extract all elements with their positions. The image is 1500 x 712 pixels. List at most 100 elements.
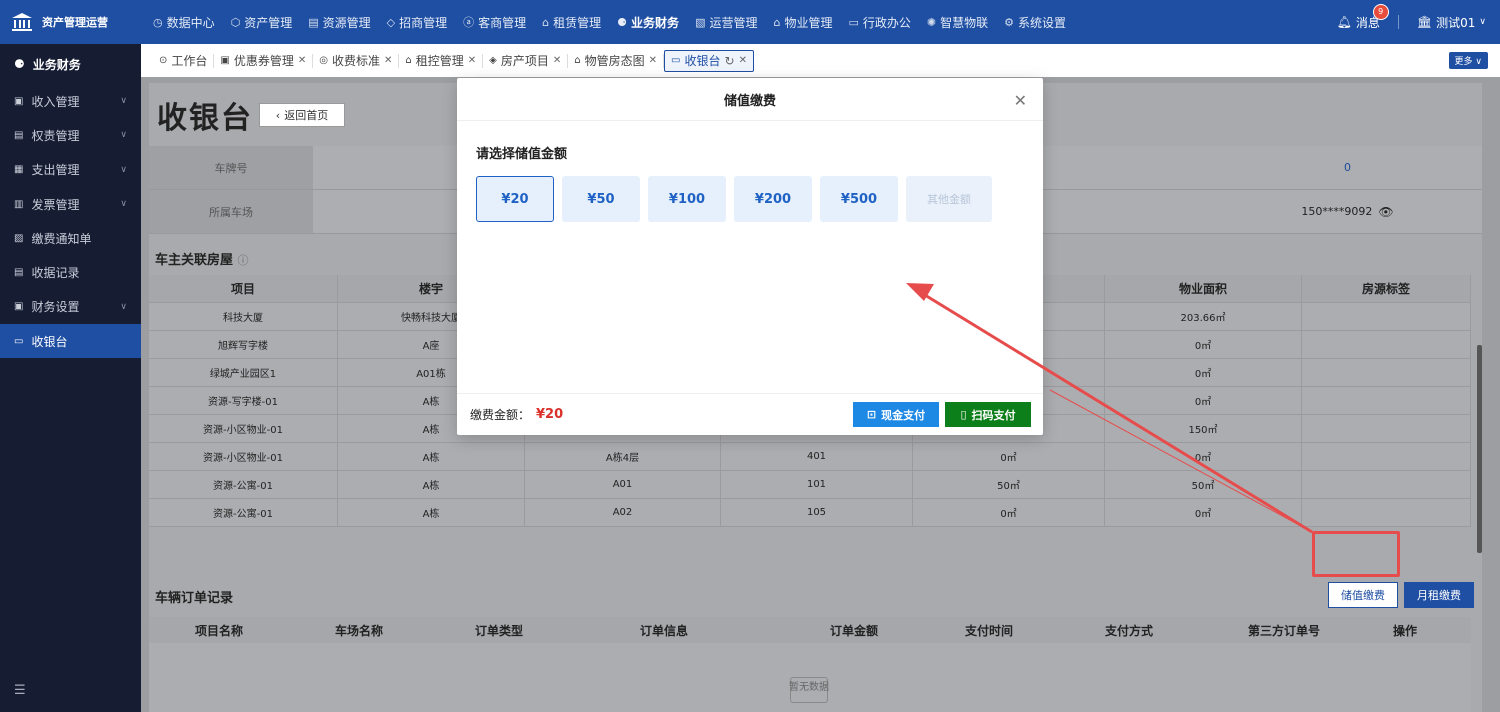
- building-icon: ▤: [308, 15, 319, 29]
- collapse-menu-icon[interactable]: ☰: [14, 683, 26, 698]
- refresh-icon[interactable]: ↻: [725, 54, 735, 68]
- sidebar-item-7[interactable]: ▭ 收银台: [0, 324, 141, 359]
- cash-pay-label: 现金支付: [881, 408, 926, 422]
- tab-label: 房产项目: [500, 54, 549, 68]
- eye-icon[interactable]: 👁︎: [1378, 205, 1393, 219]
- chevron-down-icon: ∨: [120, 164, 127, 175]
- table-cell: [1302, 499, 1471, 526]
- tab-2[interactable]: ◎ 收费标准 ✕: [313, 53, 400, 68]
- topnav-item-4[interactable]: ⓐ 客商管理: [455, 0, 534, 44]
- amount-option-4[interactable]: ¥500: [820, 176, 898, 222]
- topnav-label: 租赁管理: [553, 15, 602, 30]
- tab-0[interactable]: ⊙ 工作台: [153, 53, 215, 68]
- topnav-item-8[interactable]: ⌂ 物业管理: [765, 0, 840, 44]
- tab-label: 租控管理: [415, 54, 464, 68]
- close-icon[interactable]: ✕: [1014, 91, 1027, 110]
- sidebar-item-label: 权责管理: [31, 128, 80, 143]
- close-tab-icon[interactable]: ✕: [298, 55, 306, 66]
- org-icon: 🏛︎: [1416, 15, 1433, 29]
- topnav-item-7[interactable]: ▧ 运营管理: [687, 0, 765, 44]
- topnav-item-5[interactable]: ⌂ 租赁管理: [534, 0, 609, 44]
- user-name: 测试01: [1436, 15, 1476, 30]
- topnav-item-2[interactable]: ▤ 资源管理: [300, 0, 378, 44]
- table-cell: [1302, 303, 1471, 330]
- phone-icon: ▯: [960, 408, 967, 421]
- monthly-payment-button[interactable]: 月租缴费: [1404, 582, 1474, 608]
- tab-5[interactable]: ⌂ 物管房态图 ✕: [568, 53, 665, 68]
- user-menu[interactable]: 🏛︎ 测试01 ∨: [1417, 14, 1486, 31]
- app-title: 资产管理运营: [42, 16, 108, 29]
- back-home-label: 返回首页: [284, 109, 329, 122]
- table-cell: A栋: [338, 471, 525, 498]
- close-tab-icon[interactable]: ✕: [384, 55, 392, 66]
- help-icon[interactable]: ⓘ: [238, 254, 249, 267]
- sidebar-item-2[interactable]: ▦ 支出管理 ∨: [0, 153, 141, 187]
- modal-subtitle: 请选择储值金额: [476, 147, 568, 162]
- table-cell: 50㎡: [913, 471, 1105, 498]
- close-tab-icon[interactable]: ✕: [649, 55, 657, 66]
- sidebar-item-5[interactable]: ▤ 收据记录: [0, 255, 141, 289]
- stored-value-payment-button[interactable]: 储值缴费: [1328, 582, 1398, 608]
- house-icon: ⌂: [542, 15, 550, 29]
- messages-button[interactable]: 🔔︎ 消息 9: [1337, 3, 1389, 31]
- topnav-label: 资产管理: [244, 15, 293, 30]
- sidebar-item-6[interactable]: ▣ 财务设置 ∨: [0, 290, 141, 324]
- sidebar-item-4[interactable]: ▨ 缴费通知单: [0, 221, 141, 255]
- tab-6[interactable]: ▭ 收银台 ↻ ✕: [664, 49, 754, 72]
- close-tab-icon[interactable]: ✕: [553, 55, 561, 66]
- sidebar-item-1[interactable]: ▤ 权责管理 ∨: [0, 118, 141, 152]
- modal-title: 储值缴费: [723, 93, 776, 109]
- house-section-title-text: 车主关联房屋: [155, 253, 234, 268]
- topnav-item-0[interactable]: ◷ 数据中心: [145, 0, 223, 44]
- scan-pay-button[interactable]: ▯ 扫码支付: [945, 402, 1031, 427]
- tab-icon: ▭: [671, 55, 681, 66]
- order-col-header: 支付方式: [1104, 623, 1153, 638]
- table-scrollbar[interactable]: [1477, 345, 1482, 553]
- table-cell: 科技大厦: [149, 303, 338, 330]
- table-cell: 203.66㎡: [1105, 303, 1302, 330]
- amount-option-2[interactable]: ¥100: [648, 176, 726, 222]
- tag-icon: ◇: [386, 15, 396, 29]
- sidebar: ⚈ 业务财务 ▣ 收入管理 ∨ ▤ 权责管理 ∨ ▦ 支出管理 ∨ ▥ 发票管理 ∨ ▨ 缴费通知单 ▤ 收据…: [0, 44, 141, 712]
- sidebar-item-0[interactable]: ▣ 收入管理 ∨: [0, 84, 141, 118]
- tab-icon: ◈: [489, 55, 497, 66]
- house-col-header: 项目: [149, 275, 338, 302]
- menu-item-icon: ▤: [14, 129, 24, 141]
- tab-icon: ⊙: [159, 55, 168, 66]
- topnav-item-9[interactable]: ▭ 行政办公: [840, 0, 918, 44]
- close-tab-icon[interactable]: ✕: [739, 55, 747, 66]
- table-row[interactable]: 资源-公寓-01 A栋 A01 101 50㎡ 50㎡: [149, 471, 1471, 499]
- table-row[interactable]: 资源-公寓-01 A栋 A02 105 0㎡ 0㎡: [149, 499, 1471, 527]
- topnav-item-1[interactable]: ⬡ 资产管理: [223, 0, 301, 44]
- home-icon: ⌂: [773, 15, 781, 29]
- topnav-item-6[interactable]: ⚈ 业务财务: [609, 0, 687, 44]
- order-col-header: 项目名称: [194, 623, 243, 638]
- amount-options: ¥20 ¥50 ¥100 ¥200 ¥500 其他金额: [476, 176, 992, 222]
- tab-4[interactable]: ◈ 房产项目 ✕: [483, 53, 569, 68]
- other-amount-option[interactable]: 其他金额: [906, 176, 992, 222]
- annotation-highlight-box: [1312, 531, 1400, 577]
- menu-item-icon: ▣: [14, 95, 24, 107]
- topnav-item-10[interactable]: ✺ 智慧物联: [919, 0, 996, 44]
- order-col-header: 操作: [1392, 623, 1417, 638]
- menu-item-icon: ▣: [14, 301, 24, 313]
- back-home-button[interactable]: ‹ 返回首页: [259, 103, 345, 127]
- chevron-down-icon: ∨: [120, 199, 127, 210]
- table-row[interactable]: 资源-小区物业-01 A栋 A栋4层 401 0㎡ 0㎡: [149, 443, 1471, 471]
- close-tab-icon[interactable]: ✕: [468, 55, 476, 66]
- tab-1[interactable]: ▣ 优惠券管理 ✕: [214, 53, 314, 68]
- cash-pay-button[interactable]: ⊡ 现金支付: [853, 402, 939, 427]
- table-cell: 50㎡: [1105, 471, 1302, 498]
- app-logo[interactable]: 资产管理运营: [0, 0, 141, 44]
- amount-option-3[interactable]: ¥200: [734, 176, 812, 222]
- topnav-item-3[interactable]: ◇ 招商管理: [379, 0, 455, 44]
- tab-icon: ◎: [319, 55, 328, 66]
- menu-item-icon: ▭: [14, 335, 24, 347]
- table-cell: 旭辉写字楼: [149, 331, 338, 358]
- tab-3[interactable]: ⌂ 租控管理 ✕: [399, 53, 484, 68]
- sidebar-item-3[interactable]: ▥ 发票管理 ∨: [0, 187, 141, 221]
- more-tabs-button[interactable]: 更多 ∨: [1448, 52, 1488, 69]
- amount-option-0[interactable]: ¥20: [476, 176, 554, 222]
- topnav-item-11[interactable]: ⚙ 系统设置: [996, 0, 1074, 44]
- amount-option-1[interactable]: ¥50: [562, 176, 640, 222]
